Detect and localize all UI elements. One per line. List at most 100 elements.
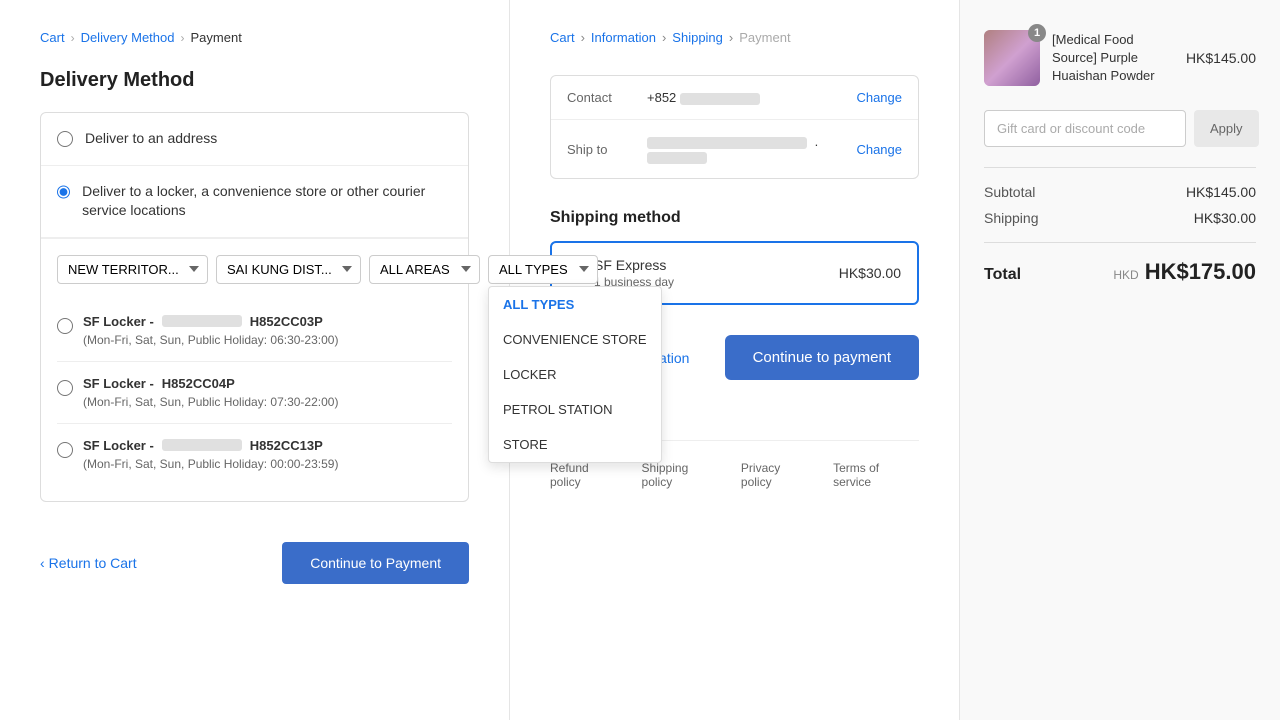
- subtotal-label: Subtotal: [984, 184, 1035, 200]
- contact-value: +852: [647, 90, 846, 105]
- area-select-wrapper: ALL AREAS: [369, 255, 480, 284]
- breadcrumb-cart[interactable]: Cart: [40, 30, 65, 45]
- delivery-option-address[interactable]: Deliver to an address: [41, 113, 468, 166]
- locker-section: NEW TERRITOR... SAI KUNG DIST... ALL ARE…: [41, 238, 468, 501]
- continue-to-payment-button[interactable]: Continue to Payment: [282, 542, 469, 584]
- footer-shipping[interactable]: Shipping policy: [642, 461, 721, 489]
- total-amount: HK$175.00: [1145, 259, 1256, 285]
- chevron-mid-2: ›: [662, 30, 666, 45]
- contact-row: Contact +852 Change: [551, 76, 918, 120]
- locker-code-1: H852CC03P: [250, 314, 323, 329]
- right-panel: 1 [Medical Food Source] Purple Huaishan …: [960, 0, 1280, 720]
- district-select-wrapper: SAI KUNG DIST...: [216, 255, 361, 284]
- locker-list: SF Locker - H852CC03P (Mon-Fri, Sat, Sun…: [57, 300, 452, 485]
- chevron-mid-3: ›: [729, 30, 733, 45]
- total-label: Total: [984, 266, 1021, 284]
- contact-label: Contact: [567, 90, 647, 105]
- ship-to-row: Ship to . Change: [551, 120, 918, 178]
- contact-phone-mask: [680, 93, 760, 105]
- locker-info-2: SF Locker - H852CC04P (Mon-Fri, Sat, Sun…: [83, 376, 452, 409]
- left-panel: Cart › Delivery Method › Payment Deliver…: [0, 0, 510, 720]
- shipping-cost-value: HK$30.00: [1194, 210, 1256, 226]
- footer-privacy[interactable]: Privacy policy: [741, 461, 813, 489]
- radio-locker-1[interactable]: [57, 318, 73, 334]
- area-select[interactable]: ALL AREAS: [369, 255, 480, 284]
- apply-button[interactable]: Apply: [1194, 110, 1259, 147]
- discount-input[interactable]: [984, 110, 1186, 147]
- left-bottom-nav: ‹ Return to Cart Continue to Payment: [40, 532, 469, 584]
- type-select[interactable]: ALL TYPES: [488, 255, 598, 284]
- delivery-options-container: Deliver to an address Deliver to a locke…: [40, 112, 469, 502]
- label-address: Deliver to an address: [85, 129, 217, 149]
- chevron-icon-1: ›: [71, 31, 75, 45]
- discount-row: Apply: [984, 110, 1256, 147]
- shipping-price: HK$30.00: [839, 265, 901, 281]
- ship-to-label: Ship to: [567, 142, 647, 157]
- ship-to-value: .: [647, 134, 846, 164]
- subtotal-value: HK$145.00: [1186, 184, 1256, 200]
- chevron-left-icon: ‹: [40, 555, 45, 571]
- radio-address[interactable]: [57, 131, 73, 147]
- breadcrumb-information-mid[interactable]: Information: [591, 30, 656, 45]
- locker-code-2: H852CC04P: [162, 376, 235, 391]
- shipping-name: SF Express: [594, 257, 674, 273]
- ship-to-change-link[interactable]: Change: [856, 142, 902, 157]
- locker-hours-2: (Mon-Fri, Sat, Sun, Public Holiday: 07:3…: [83, 395, 452, 409]
- contact-phone: +852: [647, 90, 676, 105]
- dropdown-item-locker[interactable]: LOCKER: [489, 357, 661, 392]
- product-row: 1 [Medical Food Source] Purple Huaishan …: [984, 30, 1256, 86]
- total-currency: HKD: [1113, 268, 1138, 282]
- ship-to-city-mask: [647, 152, 707, 164]
- chevron-mid-1: ›: [581, 30, 585, 45]
- locker-label-2: SF Locker -: [83, 376, 154, 391]
- locker-address-mask-1: [162, 315, 242, 327]
- dropdown-item-all-types[interactable]: ALL TYPES: [489, 287, 661, 322]
- return-to-cart-link[interactable]: ‹ Return to Cart: [40, 555, 137, 571]
- breadcrumb-payment-mid: Payment: [739, 30, 790, 45]
- district-select[interactable]: SAI KUNG DIST...: [216, 255, 361, 284]
- locker-name-3: SF Locker - H852CC13P: [83, 438, 452, 453]
- page-title: Delivery Method: [40, 69, 469, 92]
- total-value-wrap: HKD HK$175.00: [1113, 259, 1256, 285]
- breadcrumb-payment: Payment: [191, 30, 242, 45]
- ship-to-address-mask: [647, 137, 807, 149]
- chevron-icon-2: ›: [181, 31, 185, 45]
- cost-rows: Subtotal HK$145.00 Shipping HK$30.00 Tot…: [984, 167, 1256, 285]
- locker-item-3[interactable]: SF Locker - H852CC13P (Mon-Fri, Sat, Sun…: [57, 424, 452, 485]
- footer-terms[interactable]: Terms of service: [833, 461, 919, 489]
- locker-address-mask-3: [162, 439, 242, 451]
- breadcrumb-cart-mid[interactable]: Cart: [550, 30, 575, 45]
- contact-change-link[interactable]: Change: [856, 90, 902, 105]
- product-image-wrapper: 1: [984, 30, 1040, 86]
- radio-locker[interactable]: [57, 184, 70, 200]
- radio-locker-2[interactable]: [57, 380, 73, 396]
- total-row: Total HKD HK$175.00: [984, 242, 1256, 285]
- locker-item-1[interactable]: SF Locker - H852CC03P (Mon-Fri, Sat, Sun…: [57, 300, 452, 362]
- continue-to-payment-mid-button[interactable]: Continue to payment: [725, 335, 919, 380]
- shipping-details: SF Express 1 business day: [594, 257, 674, 289]
- delivery-option-locker[interactable]: Deliver to a locker, a convenience store…: [41, 166, 468, 238]
- locker-hours-3: (Mon-Fri, Sat, Sun, Public Holiday: 00:0…: [83, 457, 452, 471]
- product-qty-badge: 1: [1028, 24, 1046, 42]
- locker-item-2[interactable]: SF Locker - H852CC04P (Mon-Fri, Sat, Sun…: [57, 362, 452, 424]
- dropdown-item-store[interactable]: STORE: [489, 427, 661, 462]
- footer-refund[interactable]: Refund policy: [550, 461, 622, 489]
- breadcrumb-left: Cart › Delivery Method › Payment: [40, 30, 469, 45]
- breadcrumb-delivery[interactable]: Delivery Method: [81, 30, 175, 45]
- shipping-label: Shipping: [984, 210, 1039, 226]
- locker-name-2: SF Locker - H852CC04P: [83, 376, 452, 391]
- type-select-wrapper: ALL TYPES ALL TYPES CONVENIENCE STORE LO…: [488, 255, 598, 284]
- dropdown-item-convenience[interactable]: CONVENIENCE STORE: [489, 322, 661, 357]
- locker-label-3: SF Locker -: [83, 438, 154, 453]
- locker-label-1: SF Locker -: [83, 314, 154, 329]
- ship-to-sep: .: [815, 134, 819, 149]
- dropdown-item-petrol[interactable]: PETROL STATION: [489, 392, 661, 427]
- radio-locker-3[interactable]: [57, 442, 73, 458]
- locker-hours-1: (Mon-Fri, Sat, Sun, Public Holiday: 06:3…: [83, 333, 452, 347]
- locker-info-3: SF Locker - H852CC13P (Mon-Fri, Sat, Sun…: [83, 438, 452, 471]
- breadcrumb-shipping-mid: Shipping: [672, 30, 723, 45]
- region-select[interactable]: NEW TERRITOR...: [57, 255, 208, 284]
- filter-row: NEW TERRITOR... SAI KUNG DIST... ALL ARE…: [57, 255, 452, 284]
- breadcrumb-middle: Cart › Information › Shipping › Payment: [550, 30, 919, 45]
- region-select-wrapper: NEW TERRITOR...: [57, 255, 208, 284]
